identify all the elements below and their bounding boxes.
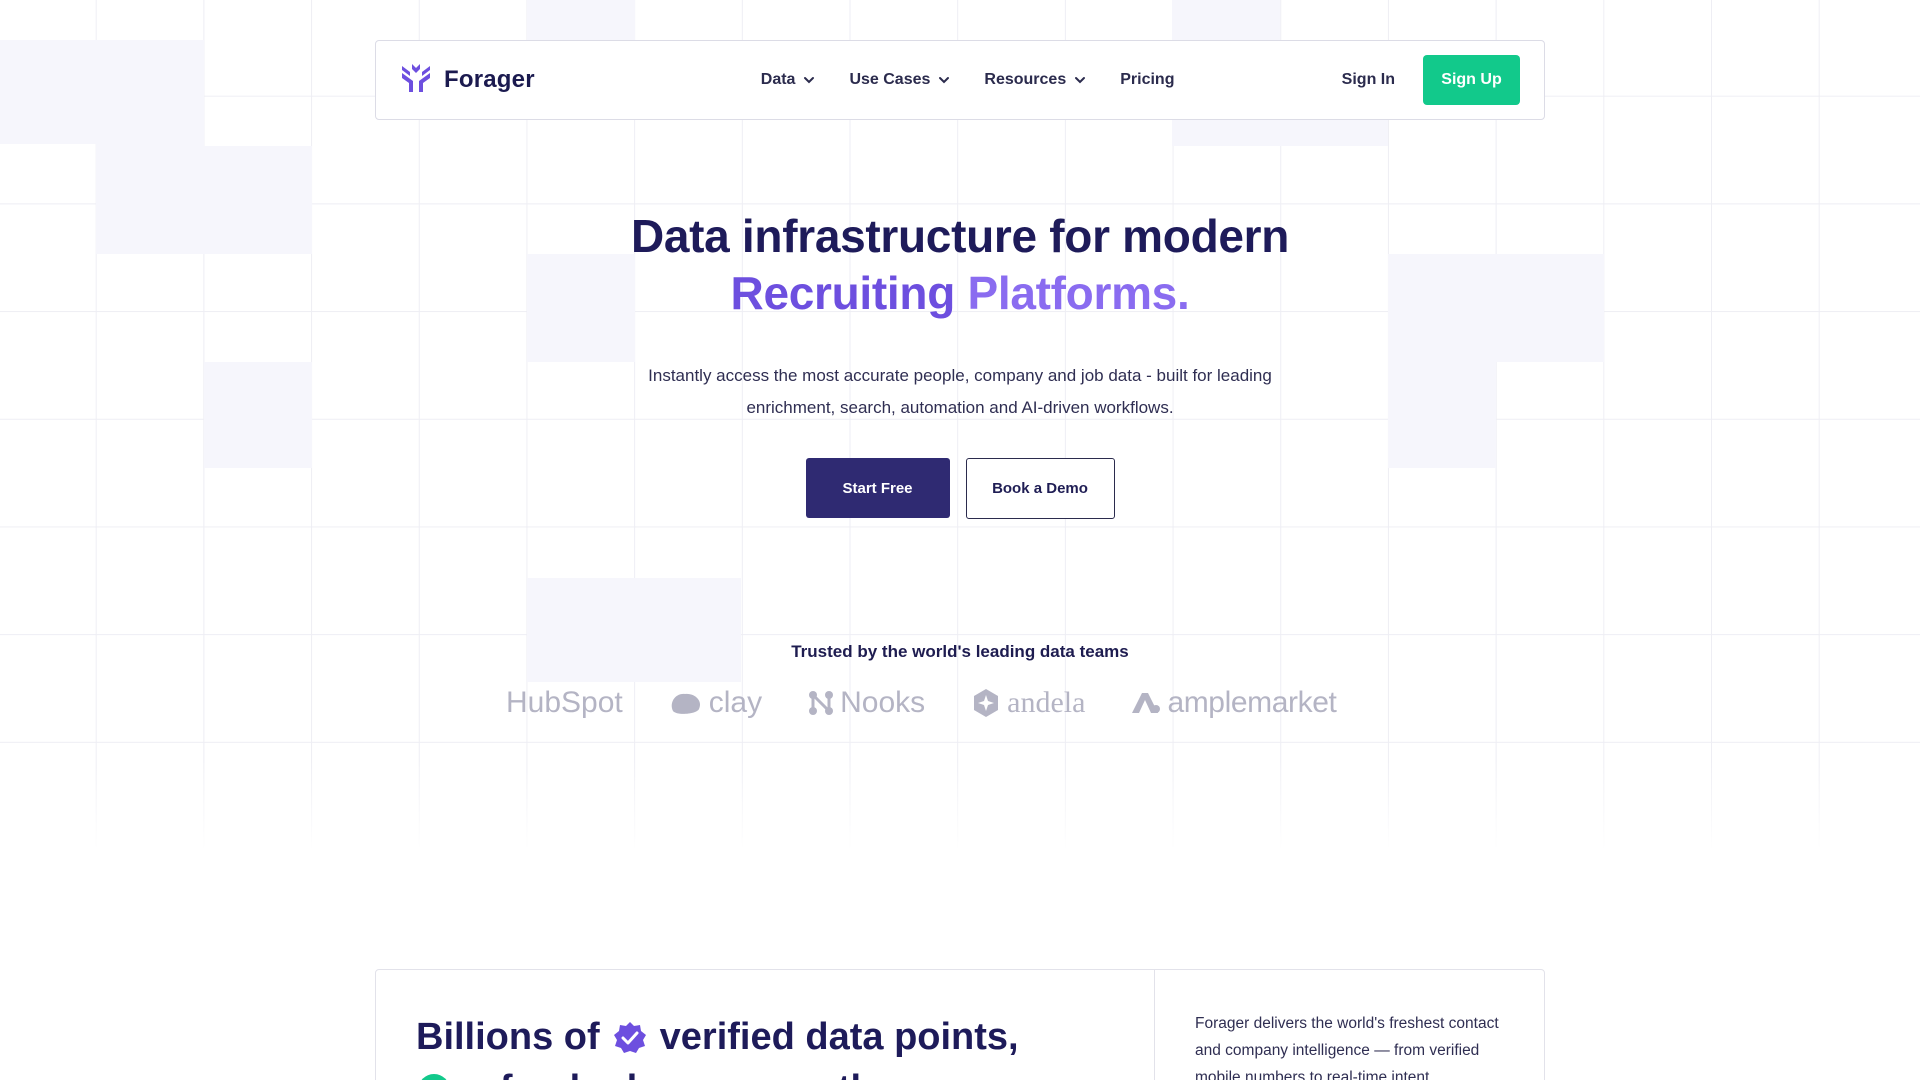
nav-item-label: Pricing <box>1120 71 1175 88</box>
andela-logo-text: andela <box>1007 686 1086 719</box>
grid-cell-decor <box>1172 0 1280 40</box>
amplemarket-logo-text: amplemarket <box>1167 686 1337 719</box>
forager-logo-icon <box>400 62 432 99</box>
hero: Data infrastructure for modern Recruitin… <box>0 208 1920 519</box>
nav-item-label: Use Cases <box>849 71 931 88</box>
amplemarket-logo: amplemarket <box>1131 686 1337 720</box>
nav-item-pricing[interactable]: Pricing <box>1120 71 1174 89</box>
feature-title: Billions of verified data points, <box>416 1016 1019 1059</box>
hero-title-accent: Recruiting <box>730 267 956 319</box>
sign-up-button[interactable]: Sign Up <box>1423 55 1520 105</box>
grid-fade <box>0 760 1920 850</box>
hero-title-accent-2: Platforms. <box>967 267 1190 319</box>
customer-logos: HubSpot clay Nooks andela amplemarket <box>506 686 1337 720</box>
sign-in-link[interactable]: Sign In <box>1342 71 1395 89</box>
grid-cell-decor <box>0 40 96 144</box>
chevron-down-icon <box>939 77 950 84</box>
clay-logo: clay <box>669 686 762 720</box>
nooks-logo-text: Nooks <box>840 686 926 719</box>
feature-title-end: verified data points, <box>659 1016 1019 1058</box>
feature-title-line2: refreshed every month. <box>464 1068 884 1080</box>
nav-item-resources[interactable]: Resources <box>984 71 1086 89</box>
top-navbar: Forager Data Use Cases Resources Pricing… <box>375 40 1545 120</box>
refresh-badge-icon <box>418 1074 450 1080</box>
hubspot-logo-text: HubSpot <box>506 686 623 719</box>
nav-item-label: Resources <box>984 71 1067 88</box>
nav-actions: Sign In Sign Up <box>1342 55 1520 105</box>
clay-logo-text: clay <box>708 686 763 719</box>
nav-item-label: Data <box>760 71 796 88</box>
feature-description: Forager delivers the world's freshest co… <box>1195 1015 1499 1080</box>
andela-logo-icon <box>974 689 999 717</box>
hero-cta-group: Start Free Book a Demo <box>0 458 1920 519</box>
amplemarket-logo-icon <box>1132 693 1161 713</box>
trusted-heading: Trusted by the world's leading data team… <box>791 642 1129 661</box>
hubspot-logo: HubSpot <box>506 686 623 720</box>
grid-cell-decor <box>527 578 741 682</box>
hero-subtitle-line2: enrichment, search, automation and AI-dr… <box>746 398 1174 417</box>
nav-item-data[interactable]: Data <box>761 71 816 89</box>
feature-title-start: Billions of <box>416 1016 600 1058</box>
nooks-logo: Nooks <box>808 686 925 720</box>
panel-divider <box>1154 970 1155 1080</box>
hero-title: Data infrastructure for modern Recruitin… <box>0 208 1920 322</box>
hero-subtitle: Instantly access the most accurate peopl… <box>0 360 1920 424</box>
clay-logo-icon <box>671 693 700 714</box>
nav-item-use-cases[interactable]: Use Cases <box>849 71 950 89</box>
chevron-down-icon <box>804 77 815 84</box>
hero-subtitle-line1: Instantly access the most accurate peopl… <box>648 366 1272 385</box>
brand[interactable]: Forager <box>400 62 535 99</box>
brand-name: Forager <box>444 66 535 93</box>
book-demo-button[interactable]: Book a Demo <box>965 458 1115 519</box>
verified-badge-icon <box>613 1021 646 1053</box>
nav-menu: Data Use Cases Resources Pricing <box>761 71 1175 89</box>
hero-title-line1: Data infrastructure for modern <box>630 210 1290 262</box>
nooks-logo-icon <box>809 691 834 715</box>
grid-cell-decor <box>1172 120 1388 146</box>
andela-logo: andela <box>971 686 1085 720</box>
grid-cell-decor <box>527 0 635 40</box>
feature-panel: Billions of verified data points, refres… <box>375 969 1545 1080</box>
start-free-button[interactable]: Start Free <box>805 458 950 518</box>
chevron-down-icon <box>1075 77 1086 84</box>
